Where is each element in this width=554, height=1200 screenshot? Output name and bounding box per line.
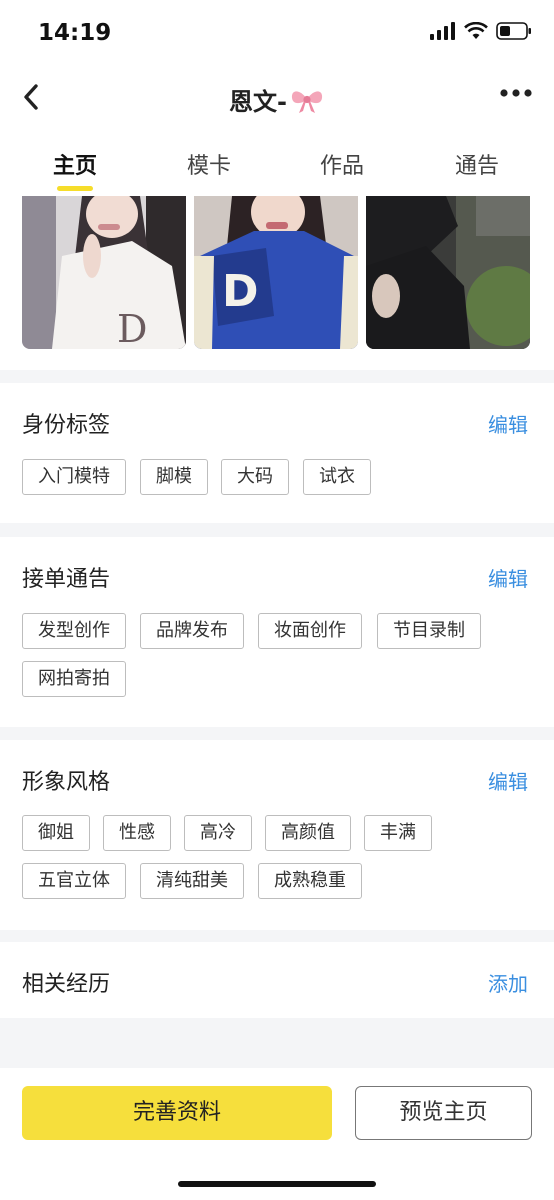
status-bar: 14:19 bbox=[0, 0, 554, 70]
nav-bar: 恩文- bbox=[0, 70, 554, 130]
status-time: 14:19 bbox=[38, 20, 112, 46]
tag-item: 五官立体 bbox=[22, 863, 126, 899]
tab-announcements[interactable]: 通告 bbox=[422, 148, 532, 180]
profile-photo-3[interactable] bbox=[366, 196, 530, 349]
tab-home-label: 主页 bbox=[52, 154, 97, 179]
edit-style-button[interactable]: 编辑 bbox=[488, 766, 528, 795]
tag-item: 试衣 bbox=[303, 459, 371, 495]
tag-item: 大码 bbox=[221, 459, 289, 495]
tag-item: 性感 bbox=[103, 815, 171, 851]
section-experience: 相关经历 添加 bbox=[0, 942, 554, 1018]
edit-identity-button[interactable]: 编辑 bbox=[488, 409, 528, 438]
battery-icon bbox=[496, 22, 531, 40]
tag-item: 高冷 bbox=[184, 815, 252, 851]
section-title: 形象风格 bbox=[22, 770, 111, 795]
tag-item: 丰满 bbox=[364, 815, 432, 851]
tag-item: 妆面创作 bbox=[258, 613, 362, 649]
section-title: 接单通告 bbox=[22, 567, 111, 592]
tab-model-card[interactable]: 模卡 bbox=[154, 148, 264, 180]
wifi-icon bbox=[464, 22, 488, 39]
tab-works[interactable]: 作品 bbox=[287, 148, 397, 180]
tag-item: 发型创作 bbox=[22, 613, 126, 649]
section-title: 身份标签 bbox=[22, 413, 111, 438]
profile-photo-1[interactable]: D bbox=[22, 196, 186, 349]
svg-text:D: D bbox=[117, 307, 147, 349]
bow-emoji-icon bbox=[291, 91, 323, 113]
edit-orders-button[interactable]: 编辑 bbox=[488, 563, 528, 592]
tag-item: 脚模 bbox=[140, 459, 208, 495]
tab-announcements-label: 通告 bbox=[454, 154, 499, 179]
photo-strip: D D bbox=[0, 196, 554, 370]
signal-icon bbox=[430, 22, 455, 40]
tag-item: 成熟稳重 bbox=[258, 863, 362, 899]
home-indicator bbox=[178, 1181, 376, 1187]
tag-item: 御姐 bbox=[22, 815, 90, 851]
tab-active-indicator bbox=[57, 186, 93, 191]
tag-item: 入门模特 bbox=[22, 459, 126, 495]
svg-text:D: D bbox=[222, 266, 259, 317]
add-experience-button[interactable]: 添加 bbox=[488, 968, 528, 997]
tag-item: 品牌发布 bbox=[140, 613, 244, 649]
preview-homepage-button[interactable]: 预览主页 bbox=[355, 1086, 532, 1140]
profile-photo-2[interactable]: D bbox=[194, 196, 358, 349]
section-identity-tags: 身份标签 编辑 入门模特 脚模 大码 试衣 bbox=[0, 383, 554, 523]
tag-item: 节目录制 bbox=[377, 613, 481, 649]
bottom-action-bar: 完善资料 预览主页 bbox=[0, 1068, 554, 1200]
complete-profile-button[interactable]: 完善资料 bbox=[22, 1086, 332, 1140]
tab-home[interactable]: 主页 bbox=[20, 148, 130, 191]
tag-item: 高颜值 bbox=[265, 815, 351, 851]
tab-bar: 主页 模卡 作品 通告 bbox=[0, 130, 554, 196]
section-image-style: 形象风格 编辑 御姐 性感 高冷 高颜值 丰满 五官立体 清纯甜美 成熟稳重 bbox=[0, 740, 554, 930]
section-title: 相关经历 bbox=[22, 972, 111, 997]
tag-item: 清纯甜美 bbox=[140, 863, 244, 899]
page-title: 恩文- bbox=[0, 82, 554, 117]
more-options-icon[interactable] bbox=[500, 88, 532, 98]
tab-works-label: 作品 bbox=[319, 154, 364, 179]
tab-model-card-label: 模卡 bbox=[186, 154, 231, 179]
system-icons bbox=[430, 22, 532, 40]
page-title-text: 恩文- bbox=[229, 88, 287, 116]
tag-item: 网拍寄拍 bbox=[22, 661, 126, 697]
section-order-announcements: 接单通告 编辑 发型创作 品牌发布 妆面创作 节目录制 网拍寄拍 bbox=[0, 537, 554, 727]
